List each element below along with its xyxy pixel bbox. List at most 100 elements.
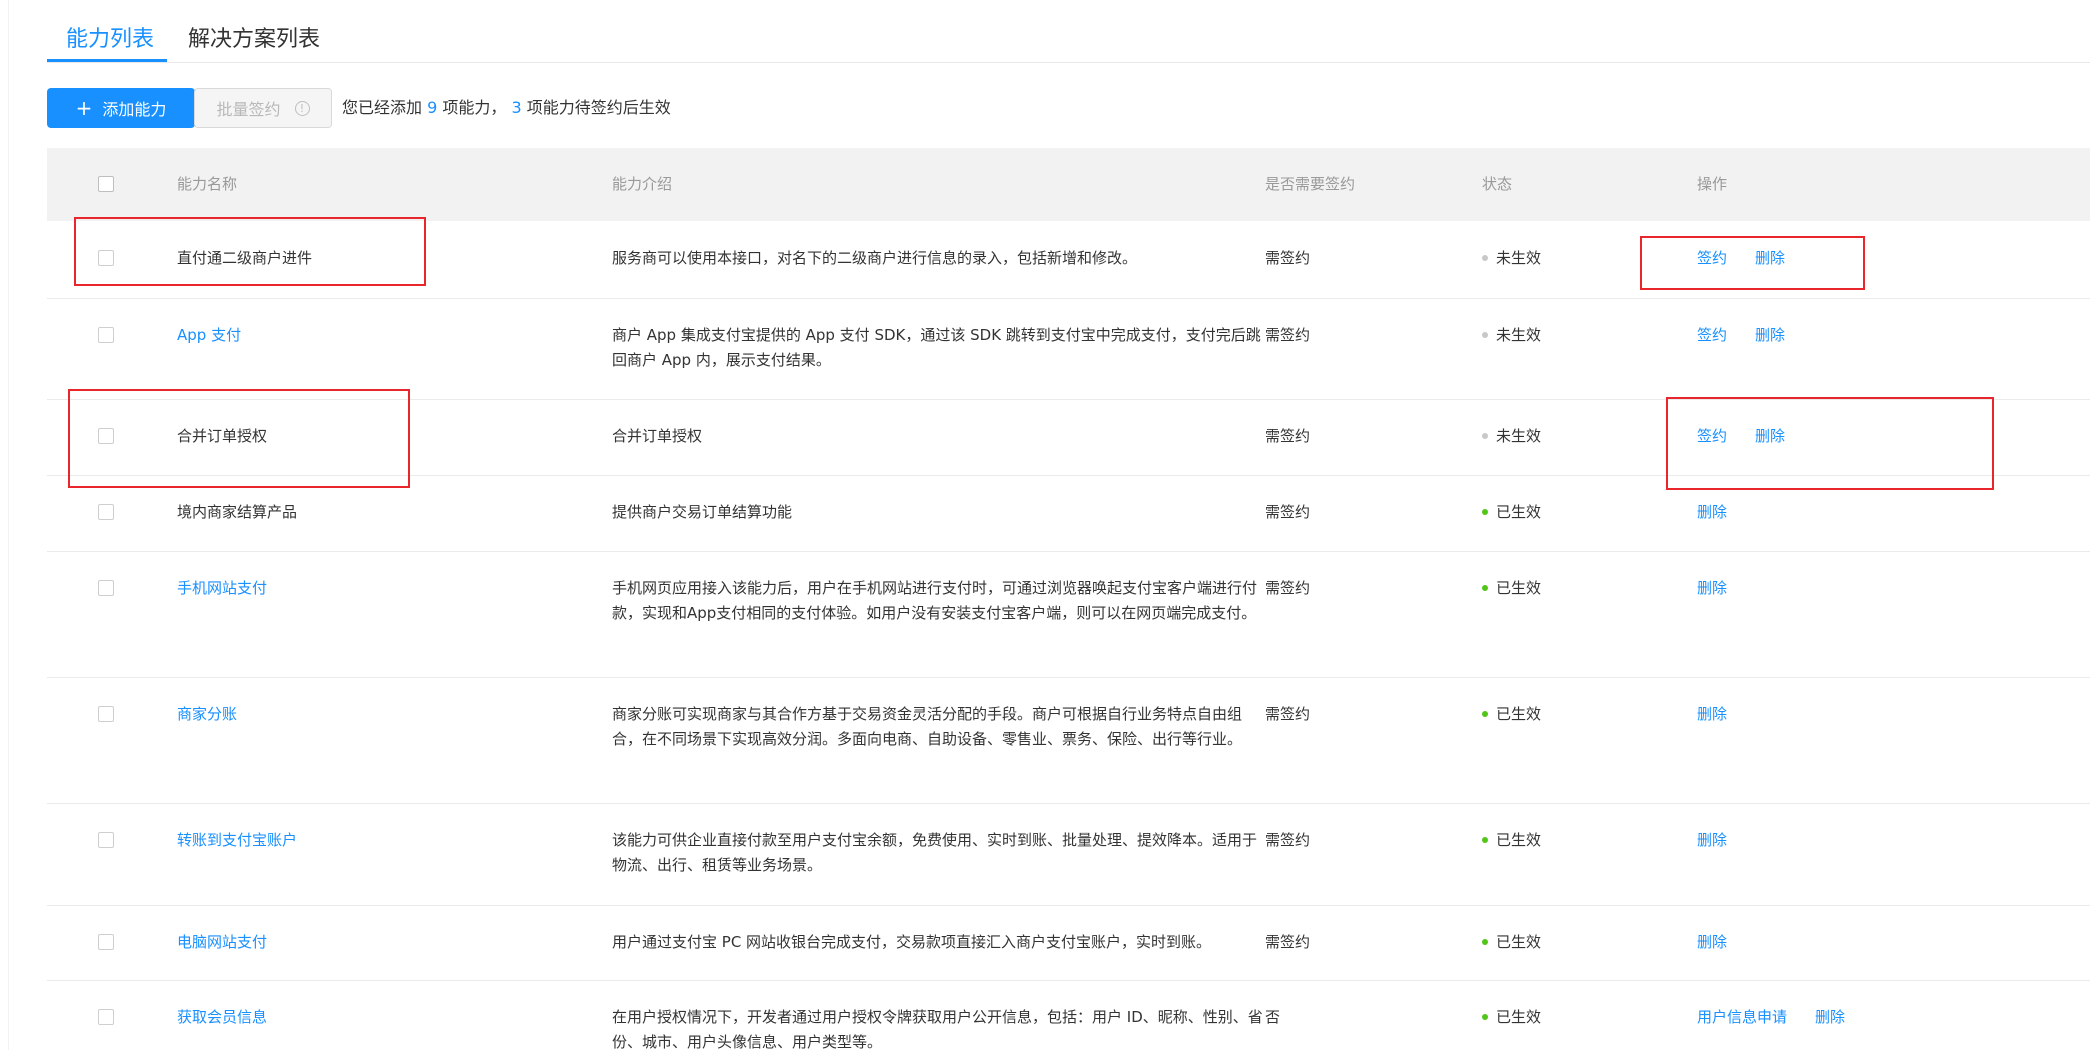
table-row: 电脑网站支付 用户通过支付宝 PC 网站收银台完成支付，交易款项直接汇入商户支付宝… (47, 906, 2090, 981)
row-actions: 用户信息申请 删除 (1697, 1005, 1873, 1030)
ability-list-page: 能力列表 解决方案列表 + 添加能力 批量签约 ! 您已经添加 9 项能力， 3… (0, 0, 2090, 1050)
sign-required: 需签约 (1265, 932, 1311, 951)
column-header-actions: 操作 (1697, 175, 1728, 193)
ability-description: 提供商户交易订单结算功能 (612, 502, 793, 521)
table-row: 手机网站支付 手机网页应用接入该能力后，用户在手机网站进行支付时，可通过浏览器唤起… (47, 552, 2090, 678)
summary-suffix: 项能力待签约后生效 (526, 98, 671, 117)
table-row: 转账到支付宝账户 该能力可供企业直接付款至用户支付宝余额，免费使用、实时到账、批量… (47, 804, 2090, 906)
ability-description: 合并订单授权 (612, 426, 703, 445)
status-text: 未生效 (1496, 248, 1542, 267)
row-select-checkbox[interactable] (98, 705, 114, 722)
annotation-box (1640, 236, 1865, 290)
added-count: 9 (427, 98, 438, 117)
status-cell: 已生效 (1482, 702, 1541, 727)
row-actions: 删除 (1697, 702, 1755, 727)
table-header: 能力名称 能力介绍 是否需要签约 状态 操作 (47, 148, 2090, 221)
delete-link[interactable]: 删除 (1697, 705, 1727, 723)
status-text: 已生效 (1496, 502, 1542, 521)
ability-summary-text: 您已经添加 9 项能力， 3 项能力待签约后生效 (342, 97, 671, 119)
sign-required: 需签约 (1265, 426, 1311, 445)
status-dot-icon (1482, 1014, 1488, 1020)
status-text: 已生效 (1496, 932, 1542, 951)
row-actions: 删除 (1697, 500, 1755, 525)
pending-count: 3 (511, 98, 522, 117)
delete-link[interactable]: 删除 (1755, 326, 1785, 344)
status-dot-icon (1482, 585, 1488, 591)
batch-sign-button[interactable]: 批量签约 ! (194, 88, 332, 128)
table-row: 商家分账 商家分账可实现商家与其合作方基于交易资金灵活分配的手段。商户可根据自行业… (47, 678, 2090, 804)
summary-prefix: 您已经添加 (342, 98, 423, 117)
sign-required: 需签约 (1265, 578, 1311, 597)
ability-name[interactable]: 获取会员信息 (177, 1005, 267, 1030)
column-header-status: 状态 (1482, 175, 1513, 193)
status-text: 已生效 (1496, 1007, 1542, 1026)
sign-required: 需签约 (1265, 248, 1311, 267)
sign-required: 需签约 (1265, 325, 1311, 344)
user-info-apply-link[interactable]: 用户信息申请 (1697, 1008, 1787, 1026)
status-text: 已生效 (1496, 830, 1542, 849)
column-header-name: 能力名称 (177, 175, 238, 193)
row-select-checkbox[interactable] (98, 1008, 114, 1025)
batch-sign-label: 批量签约 (216, 100, 281, 119)
summary-middle: 项能力， (442, 98, 507, 117)
status-text: 未生效 (1496, 426, 1542, 445)
status-cell: 已生效 (1482, 576, 1541, 601)
ability-name: 境内商家结算产品 (177, 502, 298, 521)
select-all-checkbox[interactable] (98, 176, 114, 192)
delete-link[interactable]: 删除 (1815, 1008, 1845, 1026)
add-ability-label: 添加能力 (102, 100, 167, 119)
row-select-checkbox[interactable] (98, 933, 114, 950)
ability-name[interactable]: 转账到支付宝账户 (177, 828, 297, 853)
delete-link[interactable]: 删除 (1697, 933, 1727, 951)
row-select-checkbox[interactable] (98, 326, 114, 343)
active-tab-indicator (47, 59, 167, 62)
status-dot-icon (1482, 837, 1488, 843)
annotation-box (1666, 397, 1994, 490)
status-dot-icon (1482, 255, 1488, 261)
status-text: 已生效 (1496, 704, 1542, 723)
sign-required: 需签约 (1265, 830, 1311, 849)
status-cell: 未生效 (1482, 246, 1541, 271)
delete-link[interactable]: 删除 (1697, 831, 1727, 849)
row-actions: 删除 (1697, 576, 1755, 601)
status-cell: 已生效 (1482, 828, 1541, 853)
status-text: 未生效 (1496, 325, 1542, 344)
ability-name[interactable]: 手机网站支付 (177, 576, 267, 601)
sign-required: 否 (1265, 1007, 1281, 1026)
info-circle-icon: ! (294, 100, 310, 116)
ability-description: 该能力可供企业直接付款至用户支付宝余额，免费使用、实时到账、批量处理、提效降本。… (612, 830, 1258, 874)
row-select-checkbox[interactable] (98, 503, 114, 520)
delete-link[interactable]: 删除 (1697, 579, 1727, 597)
status-cell: 已生效 (1482, 930, 1541, 955)
status-cell: 已生效 (1482, 1005, 1541, 1030)
row-actions: 删除 (1697, 828, 1755, 853)
annotation-box (68, 389, 410, 488)
column-header-sign: 是否需要签约 (1265, 175, 1356, 193)
sign-required: 需签约 (1265, 704, 1311, 723)
status-cell: 未生效 (1482, 323, 1541, 348)
status-cell: 已生效 (1482, 500, 1541, 525)
ability-description: 商家分账可实现商家与其合作方基于交易资金灵活分配的手段。商户可根据自行业务特点自… (612, 704, 1243, 748)
annotation-box (74, 217, 426, 286)
ability-description: 服务商可以使用本接口，对名下的二级商户进行信息的录入，包括新增和修改。 (612, 248, 1138, 267)
row-select-checkbox[interactable] (98, 579, 114, 596)
delete-link[interactable]: 删除 (1697, 503, 1727, 521)
ability-description: 在用户授权情况下，开发者通过用户授权令牌获取用户公开信息，包括：用户 ID、昵称… (612, 1007, 1263, 1050)
sign-link[interactable]: 签约 (1697, 326, 1727, 344)
status-dot-icon (1482, 433, 1488, 439)
ability-name[interactable]: App 支付 (177, 323, 241, 348)
ability-name[interactable]: 电脑网站支付 (177, 930, 267, 955)
tab-solution-list[interactable]: 解决方案列表 (188, 24, 320, 56)
tab-bar: 能力列表 解决方案列表 (47, 0, 2090, 63)
status-dot-icon (1482, 332, 1488, 338)
add-ability-button[interactable]: + 添加能力 (47, 88, 195, 128)
status-dot-icon (1482, 939, 1488, 945)
ability-name[interactable]: 商家分账 (177, 702, 237, 727)
table-row: 获取会员信息 在用户授权情况下，开发者通过用户授权令牌获取用户公开信息，包括：用户… (47, 981, 2090, 1050)
row-select-checkbox[interactable] (98, 831, 114, 848)
status-text: 已生效 (1496, 578, 1542, 597)
tab-ability-list[interactable]: 能力列表 (66, 24, 154, 56)
status-cell: 未生效 (1482, 424, 1541, 449)
row-actions: 签约 删除 (1697, 323, 1813, 348)
table-row: App 支付 商户 App 集成支付宝提供的 App 支付 SDK，通过该 SDK… (47, 299, 2090, 400)
